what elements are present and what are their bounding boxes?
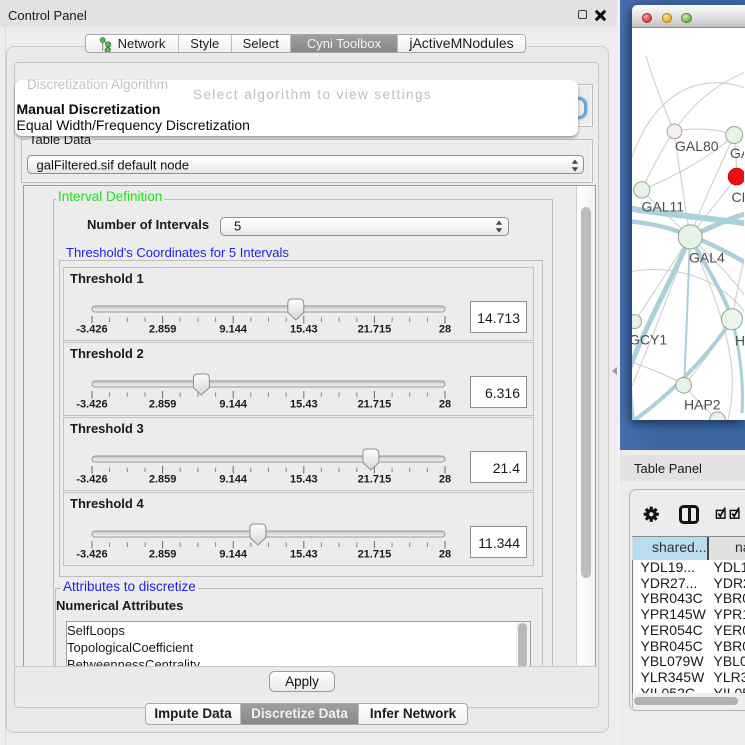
svg-text:2.859: 2.859 <box>149 324 177 336</box>
svg-text:GAL80: GAL80 <box>675 138 719 154</box>
svg-text:21.715: 21.715 <box>358 399 392 411</box>
svg-text:GCY1: GCY1 <box>632 332 667 348</box>
svg-text:15.43: 15.43 <box>290 549 318 561</box>
svg-text:2.859: 2.859 <box>149 474 177 486</box>
svg-text:2.859: 2.859 <box>149 399 177 411</box>
svg-text:28: 28 <box>439 399 451 411</box>
svg-text:9.144: 9.144 <box>219 549 247 561</box>
svg-text:28: 28 <box>439 549 451 561</box>
svg-text:9.144: 9.144 <box>219 474 247 486</box>
svg-text:15.43: 15.43 <box>290 474 318 486</box>
svg-text:-3.426: -3.426 <box>76 549 107 561</box>
svg-text:28: 28 <box>439 324 451 336</box>
svg-text:28: 28 <box>439 474 451 486</box>
svg-text:-3.426: -3.426 <box>76 474 107 486</box>
svg-text:15.43: 15.43 <box>290 399 318 411</box>
svg-text:GAL11: GAL11 <box>642 199 685 215</box>
svg-text:-3.426: -3.426 <box>76 324 107 336</box>
svg-text:9.144: 9.144 <box>219 399 247 411</box>
svg-text:HIS: HIS <box>735 333 744 349</box>
svg-text:CD: CD <box>732 189 745 205</box>
svg-text:HAP2: HAP2 <box>684 397 721 413</box>
svg-text:-3.426: -3.426 <box>76 399 107 411</box>
svg-text:2.859: 2.859 <box>149 549 177 561</box>
svg-text:GAL2: GAL2 <box>730 145 744 161</box>
svg-text:GAL4: GAL4 <box>689 250 725 266</box>
svg-text:21.715: 21.715 <box>358 549 392 561</box>
svg-text:9.144: 9.144 <box>219 324 247 336</box>
svg-text:21.715: 21.715 <box>358 324 392 336</box>
svg-text:21.715: 21.715 <box>358 474 392 486</box>
svg-text:15.43: 15.43 <box>290 324 318 336</box>
